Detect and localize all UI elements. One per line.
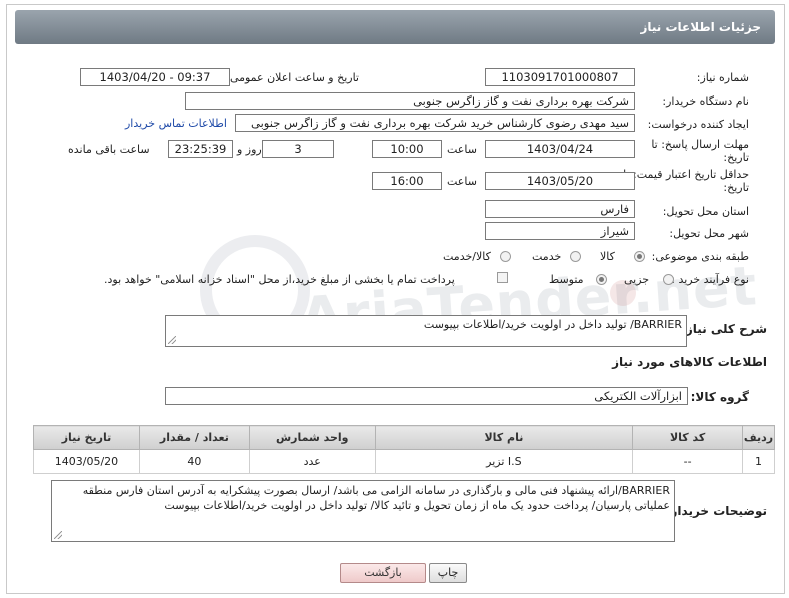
category-goods-service-radio[interactable] <box>500 251 511 262</box>
category-service-radio[interactable] <box>570 251 581 262</box>
col-quantity: تعداد / مقدار <box>138 425 250 450</box>
creator-field: سید مهدی رضوی کارشناس خرید شرکت بهره برد… <box>235 114 635 132</box>
cell-row-number: 1 <box>742 449 775 474</box>
announce-label: تاریخ و ساعت اعلان عمومی: <box>226 71 359 84</box>
category-label: طبقه بندی موضوعی: <box>651 250 749 263</box>
category-goods-label: کالا <box>600 250 615 263</box>
buyer-notes-textarea[interactable]: BARRIER/ارائه پیشنهاد فنی مالی و بارگذار… <box>51 480 675 542</box>
treasury-payment-note: پرداخت تمام یا بخشی از مبلغ خرید،از محل … <box>104 273 455 286</box>
back-button[interactable]: بازگشت <box>340 563 426 583</box>
buyer-org-label: نام دستگاه خریدار: <box>662 95 749 108</box>
days-label: روز و <box>237 143 262 156</box>
deadline-date-label: تاریخ: <box>723 151 749 164</box>
col-unit: واحد شمارش <box>248 425 376 450</box>
category-goods-service-label: کالا/خدمت <box>443 250 491 263</box>
deadline-time-field: 10:00 <box>372 140 442 158</box>
deadline-label: مهلت ارسال پاسخ: تا <box>651 138 749 151</box>
description-text: BARRIER/ تولید داخل در اولویت خرید/اطلاع… <box>423 318 682 331</box>
description-textarea[interactable]: BARRIER/ تولید داخل در اولویت خرید/اطلاع… <box>165 315 687 347</box>
validity-time-field: 16:00 <box>372 172 442 190</box>
category-goods-radio[interactable] <box>634 251 645 262</box>
goods-group-field: ابزارآلات الکتریکی <box>165 387 688 405</box>
province-field: فارس <box>485 200 635 218</box>
need-number-field: 1103091701000807 <box>485 68 635 86</box>
resize-handle-icon[interactable] <box>54 531 62 539</box>
page-title: جزئیات اطلاعات نیاز <box>15 10 775 44</box>
print-button[interactable]: چاپ <box>429 563 467 583</box>
cell-unit: عدد <box>248 449 376 474</box>
province-label: استان محل تحویل: <box>662 205 749 218</box>
cell-need-date: 1403/05/20 <box>33 449 140 474</box>
col-item-code: کد کالا <box>632 425 744 450</box>
cell-quantity: 40 <box>138 449 250 474</box>
table-row: 1 -- I.S تزیر عدد 40 1403/05/20 <box>33 449 775 474</box>
resize-handle-icon[interactable] <box>168 336 176 344</box>
validity-time-label: ساعت <box>447 175 477 188</box>
goods-group-label: گروه کالا: <box>690 390 749 404</box>
need-number-label: شماره نیاز: <box>696 71 749 84</box>
validity-label: حداقل تاریخ اعتبار قیمت: تا <box>623 168 749 181</box>
cell-item-code: -- <box>632 449 744 474</box>
purchase-medium-radio[interactable] <box>596 274 607 285</box>
city-field: شیراز <box>485 222 635 240</box>
purchase-type-label: نوع فرآیند خرید : <box>671 273 749 286</box>
announce-field: 1403/04/20 - 09:37 <box>80 68 230 86</box>
col-row-number: ردیف <box>742 425 775 450</box>
table-header-row: ردیف کد کالا نام کالا واحد شمارش تعداد /… <box>33 425 775 450</box>
description-label: شرح کلی نیاز: <box>681 322 767 336</box>
contact-info-link[interactable]: اطلاعات تماس خریدار <box>125 117 227 130</box>
buyer-notes-label: توضیحات خریدار: <box>665 504 767 518</box>
remaining-time-field: 23:25:39 <box>168 140 233 158</box>
purchase-minor-label: جزیی <box>624 273 650 286</box>
deadline-time-label: ساعت <box>447 143 477 156</box>
cell-item-name: I.S تزیر <box>374 449 634 474</box>
buyer-notes-text: BARRIER/ارائه پیشنهاد فنی مالی و بارگذار… <box>82 484 670 512</box>
city-label: شهر محل تحویل: <box>669 227 749 240</box>
col-need-date: تاریخ نیاز <box>33 425 140 450</box>
remaining-label: ساعت باقی مانده <box>68 143 150 156</box>
creator-label: ایجاد کننده درخواست: <box>647 118 749 131</box>
validity-date-label: تاریخ: <box>723 181 749 194</box>
treasury-payment-checkbox[interactable] <box>497 272 508 283</box>
category-service-label: خدمت <box>532 250 562 263</box>
purchase-minor-radio[interactable] <box>663 274 674 285</box>
validity-date-field: 1403/05/20 <box>485 172 635 190</box>
purchase-medium-label: متوسط <box>549 273 584 286</box>
buyer-org-field: شرکت بهره برداری نفت و گاز زاگرس جنوبی <box>185 92 635 110</box>
goods-info-title: اطلاعات کالاهای مورد نیاز <box>612 355 767 369</box>
col-item-name: نام کالا <box>374 425 634 450</box>
items-table: ردیف کد کالا نام کالا واحد شمارش تعداد /… <box>33 425 775 474</box>
deadline-date-field: 1403/04/24 <box>485 140 635 158</box>
days-field: 3 <box>262 140 334 158</box>
